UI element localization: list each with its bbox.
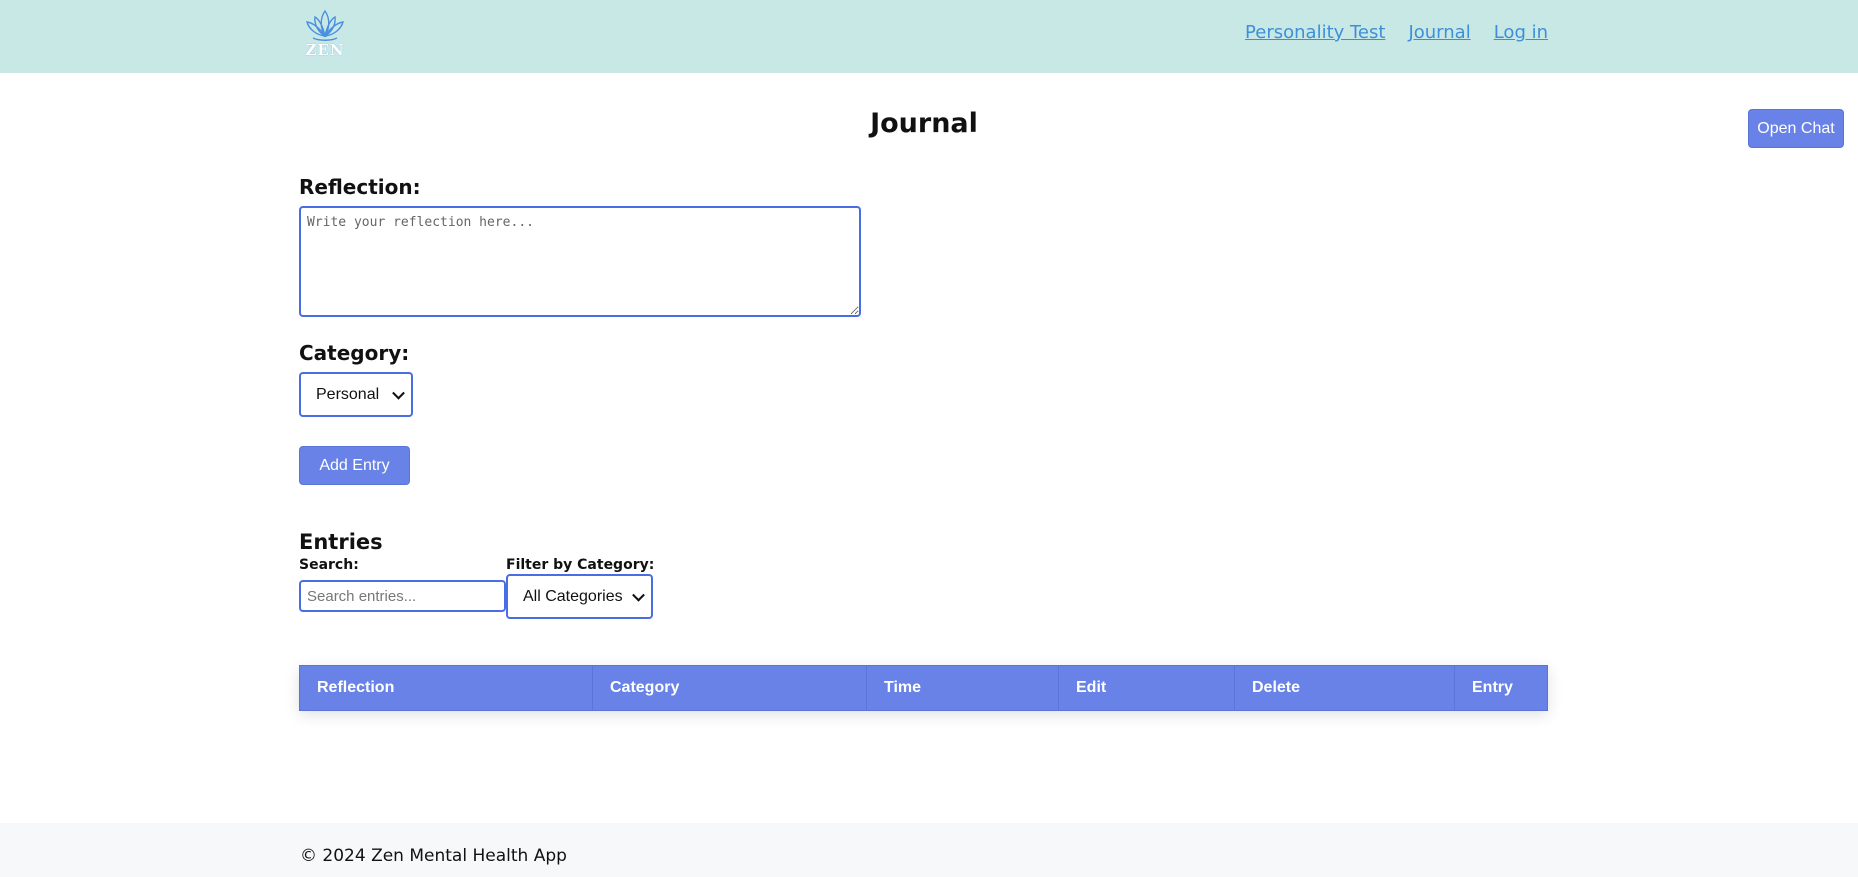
entries-table: Reflection Category Time Edit Delete Ent… [299,665,1548,711]
nav-link-personality-test[interactable]: Personality Test [1245,22,1385,43]
chevron-down-icon [392,386,405,400]
column-header-reflection[interactable]: Reflection [299,665,593,711]
filter-select-value: All Categories [523,587,623,605]
page-title: Journal [870,108,978,139]
chevron-down-icon [632,588,645,602]
reflection-label: Reflection: [299,175,421,199]
column-header-delete: Delete [1234,665,1455,711]
filter-category-select[interactable]: All Categories [506,574,653,619]
top-nav: Personality Test Journal Log in [1245,22,1548,43]
footer-copyright: © 2024 Zen Mental Health App [300,846,567,866]
search-label: Search: [299,557,359,573]
site-header: ZEN Personality Test Journal Log in [0,0,1858,73]
category-label: Category: [299,341,410,365]
search-input[interactable] [299,580,506,612]
column-header-edit: Edit [1058,665,1235,711]
table-header-row: Reflection Category Time Edit Delete Ent… [299,665,1548,711]
column-header-category[interactable]: Category [592,665,867,711]
site-footer: © 2024 Zen Mental Health App [0,823,1858,877]
column-header-time[interactable]: Time [866,665,1059,711]
category-select-value: Personal [316,385,380,403]
add-entry-button[interactable]: Add Entry [299,446,410,485]
logo-text: ZEN [305,41,345,59]
open-chat-button[interactable]: Open Chat [1748,109,1844,148]
nav-link-journal[interactable]: Journal [1408,22,1470,43]
nav-link-log-in[interactable]: Log in [1494,22,1548,43]
filter-label: Filter by Category: [506,557,655,573]
reflection-textarea[interactable] [299,206,861,317]
category-select[interactable]: Personal [299,372,413,417]
entries-heading: Entries [299,530,383,554]
zen-logo[interactable]: ZEN [303,8,347,59]
column-header-entry: Entry [1454,665,1548,711]
